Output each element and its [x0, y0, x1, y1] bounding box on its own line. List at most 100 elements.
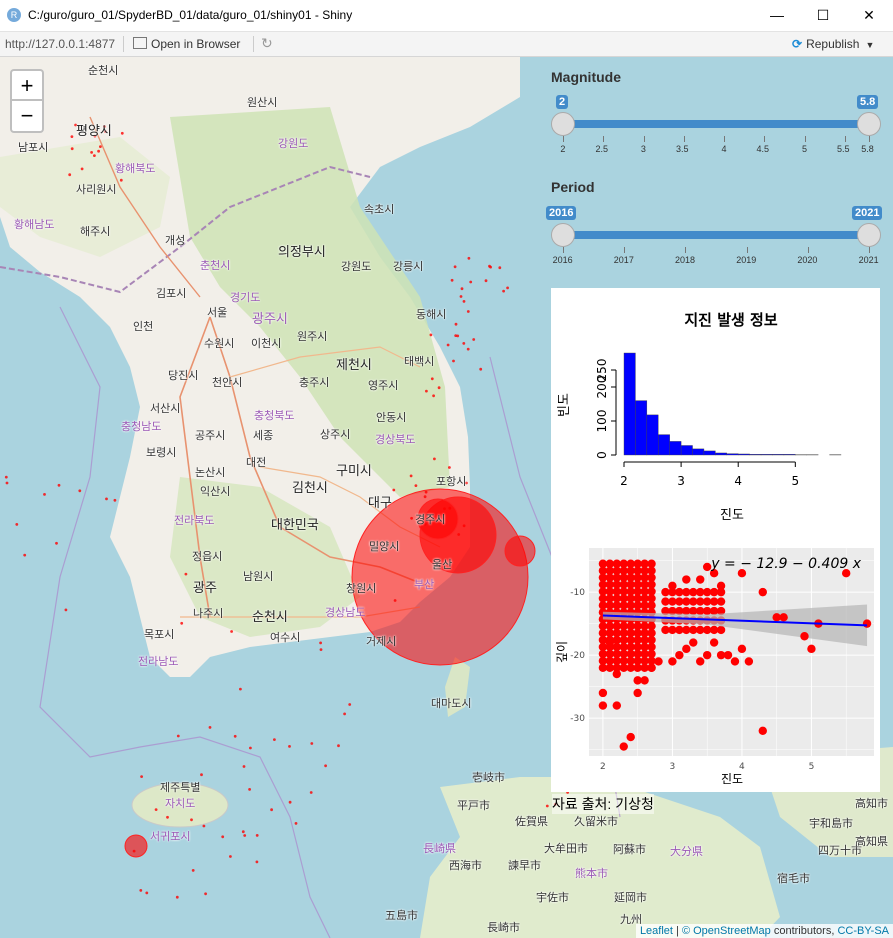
earthquake-marker-small[interactable]: [233, 734, 237, 738]
period-slider-track[interactable]: [563, 231, 870, 239]
magnitude-min-handle[interactable]: [551, 112, 575, 136]
earthquake-marker-small[interactable]: [202, 824, 206, 828]
earthquake-marker-small[interactable]: [4, 475, 8, 479]
earthquake-marker-small[interactable]: [270, 808, 273, 812]
earthquake-marker-small[interactable]: [154, 808, 158, 811]
earthquake-marker-small[interactable]: [249, 746, 252, 750]
earthquake-marker-small[interactable]: [453, 265, 457, 269]
earthquake-marker-small[interactable]: [462, 524, 466, 528]
earthquake-marker-small[interactable]: [139, 889, 143, 892]
earthquake-marker[interactable]: [124, 834, 148, 858]
magnitude-slider-track[interactable]: [563, 120, 870, 128]
magnitude-max-handle[interactable]: [857, 112, 881, 136]
close-button[interactable]: ✕: [846, 0, 892, 31]
earthquake-marker-small[interactable]: [132, 849, 136, 853]
earthquake-marker-small[interactable]: [429, 333, 433, 337]
earthquake-marker-small[interactable]: [498, 266, 502, 270]
earthquake-marker-small[interactable]: [489, 265, 492, 269]
earthquake-marker-small[interactable]: [221, 835, 225, 839]
earthquake-marker-small[interactable]: [502, 289, 505, 293]
leaflet-link[interactable]: Leaflet: [640, 925, 673, 937]
earthquake-marker-small[interactable]: [184, 572, 188, 576]
earthquake-marker-small[interactable]: [273, 738, 276, 741]
earthquake-marker-small[interactable]: [80, 167, 84, 171]
earthquake-marker-small[interactable]: [479, 367, 483, 371]
earthquake-marker-small[interactable]: [5, 481, 9, 485]
earthquake-marker-small[interactable]: [409, 474, 413, 478]
earthquake-marker-small[interactable]: [78, 489, 82, 493]
chevron-down-icon[interactable]: ▼: [865, 40, 874, 50]
earthquake-marker-small[interactable]: [460, 287, 464, 291]
earthquake-marker-small[interactable]: [294, 822, 298, 825]
earthquake-marker-small[interactable]: [230, 630, 234, 633]
earthquake-marker-small[interactable]: [204, 892, 208, 896]
earthquake-marker-small[interactable]: [414, 484, 418, 487]
earthquake-marker-small[interactable]: [545, 804, 549, 808]
earthquake-marker-small[interactable]: [410, 516, 413, 520]
zoom-in-button[interactable]: +: [10, 69, 44, 101]
earthquake-marker-small[interactable]: [145, 891, 149, 895]
earthquake-marker-small[interactable]: [180, 621, 184, 625]
earthquake-marker-small[interactable]: [423, 495, 427, 499]
earthquake-marker-small[interactable]: [309, 791, 313, 794]
zoom-out-button[interactable]: −: [10, 101, 44, 133]
earthquake-marker-small[interactable]: [241, 830, 245, 834]
earthquake-marker-small[interactable]: [190, 818, 193, 822]
earthquake-marker-small[interactable]: [443, 507, 446, 511]
earthquake-marker-small[interactable]: [462, 342, 466, 345]
earthquake-marker-small[interactable]: [452, 359, 455, 363]
earthquake-marker-small[interactable]: [105, 497, 108, 501]
cc-by-sa-link[interactable]: CC-BY-SA: [837, 925, 889, 937]
earthquake-marker-small[interactable]: [446, 343, 450, 347]
earthquake-marker-small[interactable]: [208, 726, 212, 729]
earthquake-marker-small[interactable]: [448, 466, 451, 469]
earthquake-marker-small[interactable]: [393, 599, 397, 602]
earthquake-marker-small[interactable]: [229, 855, 232, 858]
earthquake-marker-small[interactable]: [337, 744, 340, 748]
earthquake-marker-small[interactable]: [255, 834, 259, 837]
earthquake-marker-small[interactable]: [450, 278, 454, 282]
earthquake-marker-small[interactable]: [466, 347, 470, 351]
earthquake-marker-small[interactable]: [484, 279, 488, 283]
earthquake-marker-small[interactable]: [23, 553, 27, 557]
period-min-handle[interactable]: [551, 223, 575, 247]
earthquake-marker-small[interactable]: [456, 334, 460, 338]
earthquake-marker-small[interactable]: [70, 147, 74, 151]
earthquake-marker-small[interactable]: [319, 648, 323, 651]
earthquake-marker-small[interactable]: [97, 149, 100, 153]
earthquake-marker-small[interactable]: [288, 745, 291, 748]
earthquake-marker-small[interactable]: [467, 256, 471, 260]
earthquake-marker-small[interactable]: [166, 815, 169, 819]
earthquake-marker-small[interactable]: [324, 764, 327, 768]
republish-button[interactable]: ⟳ Republish ▼: [792, 37, 874, 51]
earthquake-marker-small[interactable]: [466, 310, 470, 313]
url-address[interactable]: http://127.0.0.1:4877: [5, 37, 115, 51]
earthquake-marker-small[interactable]: [93, 154, 96, 157]
earthquake-marker-small[interactable]: [55, 541, 58, 545]
earthquake-marker-small[interactable]: [288, 800, 292, 804]
earthquake-marker-small[interactable]: [472, 338, 476, 341]
earthquake-marker-small[interactable]: [243, 834, 247, 837]
earthquake-marker-small[interactable]: [248, 788, 252, 791]
earthquake-marker-small[interactable]: [462, 300, 466, 303]
earthquake-marker-small[interactable]: [239, 687, 242, 691]
earthquake-marker-small[interactable]: [430, 377, 434, 381]
earthquake-marker-small[interactable]: [392, 488, 396, 492]
maximize-button[interactable]: ☐: [800, 0, 846, 31]
period-max-handle[interactable]: [857, 223, 881, 247]
earthquake-marker-small[interactable]: [57, 483, 61, 487]
earthquake-marker-small[interactable]: [119, 178, 123, 182]
earthquake-marker-small[interactable]: [457, 533, 461, 536]
earthquake-marker-small[interactable]: [348, 703, 352, 706]
minimize-button[interactable]: —: [754, 0, 800, 31]
earthquake-marker-small[interactable]: [242, 765, 246, 768]
earthquake-marker-small[interactable]: [120, 131, 124, 135]
earthquake-marker-small[interactable]: [15, 523, 19, 526]
earthquake-marker-small[interactable]: [433, 457, 436, 461]
earthquake-marker-small[interactable]: [319, 641, 322, 645]
earthquake-marker-small[interactable]: [176, 734, 180, 738]
earthquake-marker-small[interactable]: [425, 389, 428, 393]
refresh-icon[interactable]: ↻: [261, 35, 273, 52]
earthquake-marker-small[interactable]: [432, 394, 435, 398]
earthquake-marker-small[interactable]: [448, 506, 452, 510]
